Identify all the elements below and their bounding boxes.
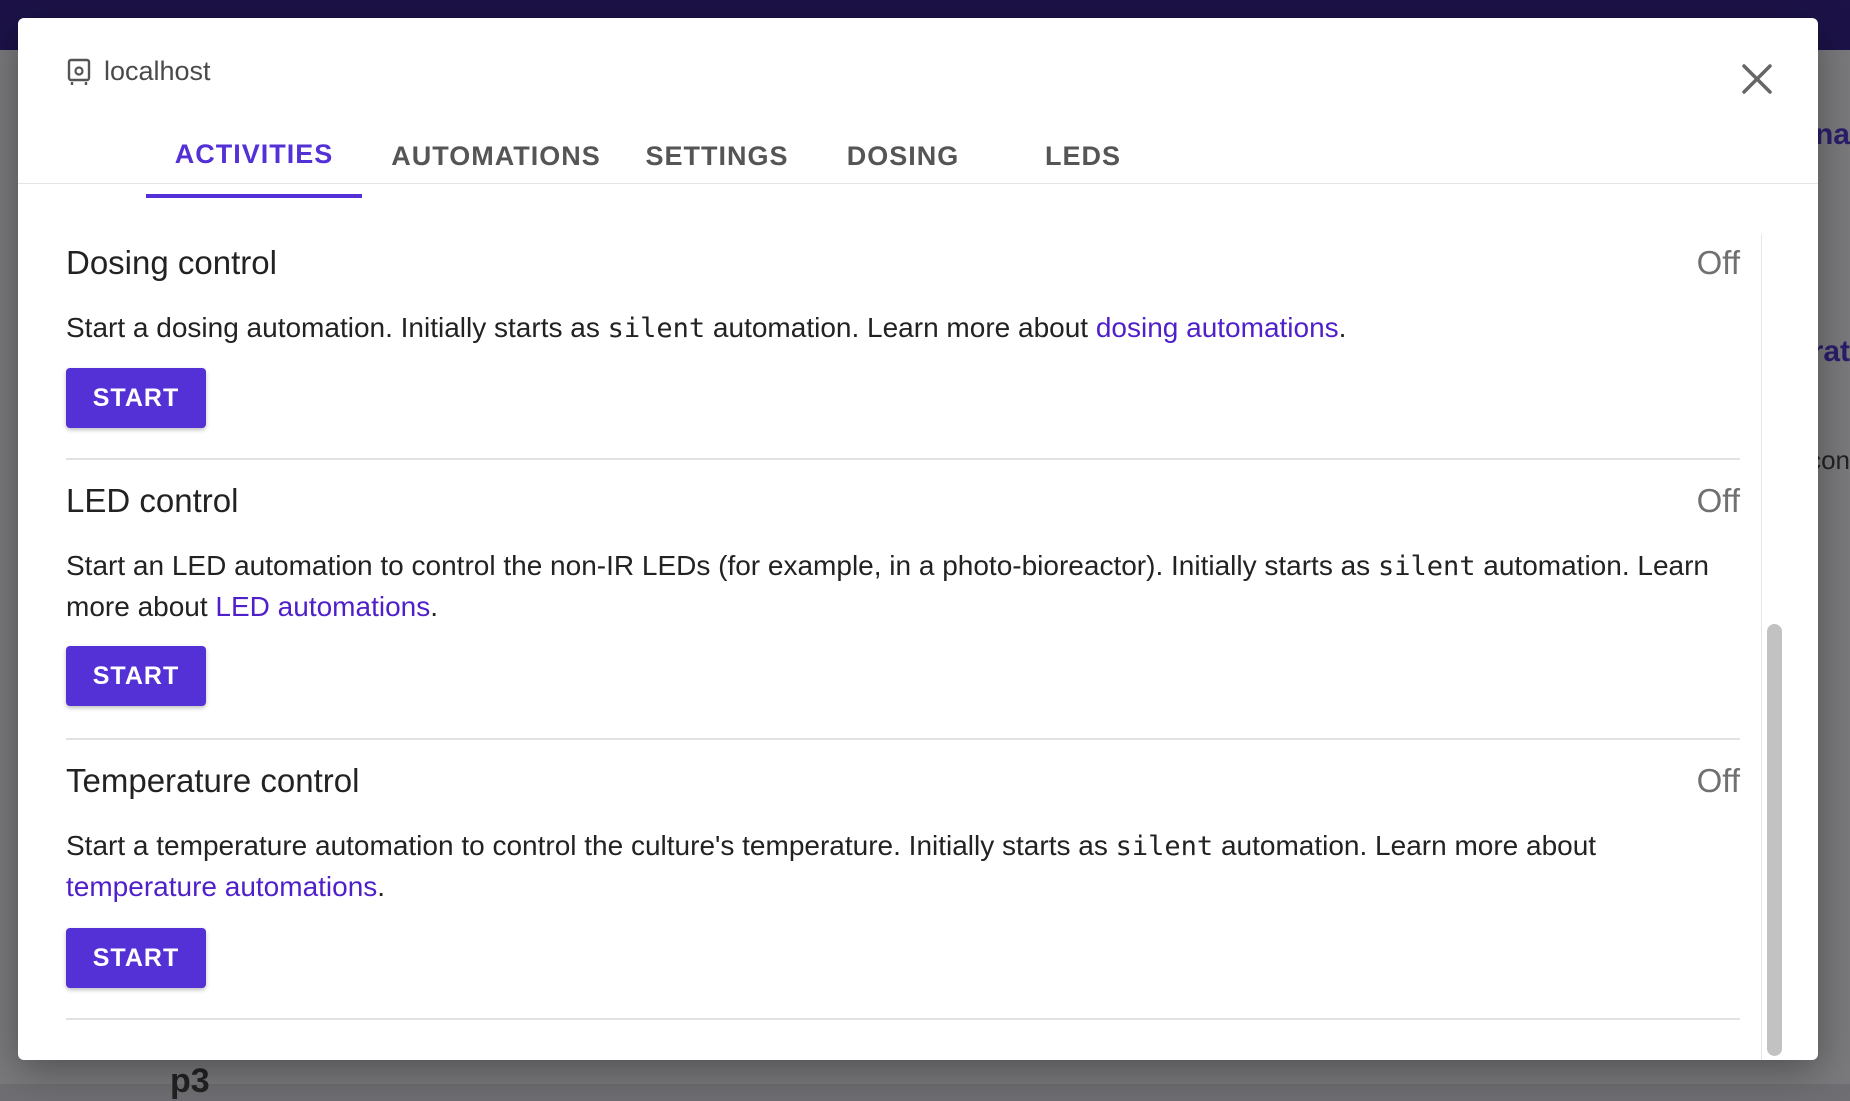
start-temperature-button[interactable]: START [66, 928, 206, 988]
section-description: Start an LED automation to control the n… [66, 546, 1740, 627]
description-text: automation. Learn more about [705, 312, 1096, 343]
tab-automations[interactable]: AUTOMATIONS [362, 114, 630, 198]
start-led-button[interactable]: START [66, 646, 206, 706]
description-text: . [1338, 312, 1347, 343]
tab-dosing[interactable]: DOSING [804, 114, 1002, 198]
unit-dialog: localhost ACTIVITIES AUTOMATIONS SETTING… [18, 18, 1818, 1060]
code-text: silent [607, 313, 706, 344]
description-text: automation. Learn more about [1213, 830, 1597, 861]
tab-settings[interactable]: SETTINGS [630, 114, 804, 198]
section-title: LED control [66, 482, 239, 519]
host-server-icon [66, 58, 92, 86]
code-text: silent [1377, 551, 1476, 582]
dosing-control-section: Dosing control Off Start a dosing automa… [66, 222, 1740, 460]
scrollbar[interactable] [1761, 234, 1790, 1060]
temperature-control-section: Temperature control Off Start a temperat… [66, 740, 1740, 1020]
dialog-title: localhost [66, 56, 211, 87]
tab-activities[interactable]: ACTIVITIES [146, 114, 362, 198]
led-control-section: LED control Off Start an LED automation … [66, 460, 1740, 740]
background-text-fragment: na [1814, 118, 1850, 151]
activities-panel: Dosing control Off Start a dosing automa… [66, 222, 1740, 1020]
section-description: Start a dosing automation. Initially sta… [66, 308, 1740, 349]
description-text: . [377, 871, 386, 902]
status-text: Off [1696, 482, 1740, 519]
background-text-fragment: p3 [170, 1062, 210, 1100]
dosing-automations-link[interactable]: dosing automations [1096, 312, 1339, 343]
description-text: Start an LED automation to control the n… [66, 550, 1378, 581]
tab-leds[interactable]: LEDS [1002, 114, 1164, 198]
scrollbar-thumb[interactable] [1767, 624, 1782, 1056]
host-name: localhost [104, 56, 211, 86]
description-text: Start a temperature automation to contro… [66, 830, 1116, 861]
led-automations-link[interactable]: LED automations [215, 591, 430, 622]
dialog-header: localhost ACTIVITIES AUTOMATIONS SETTING… [18, 18, 1818, 198]
section-title: Temperature control [66, 762, 360, 799]
start-dosing-button[interactable]: START [66, 368, 206, 428]
description-text: Start a dosing automation. Initially sta… [66, 312, 608, 343]
temperature-automations-link[interactable]: temperature automations [66, 871, 377, 902]
description-text: . [430, 591, 438, 622]
status-text: Off [1696, 762, 1740, 799]
close-button[interactable] [1732, 56, 1782, 106]
section-title: Dosing control [66, 244, 277, 281]
status-text: Off [1696, 244, 1740, 281]
section-description: Start a temperature automation to contro… [66, 826, 1740, 907]
close-icon [1740, 62, 1774, 101]
tab-bar: ACTIVITIES AUTOMATIONS SETTINGS DOSING L… [146, 114, 1164, 202]
code-text: silent [1115, 831, 1214, 862]
